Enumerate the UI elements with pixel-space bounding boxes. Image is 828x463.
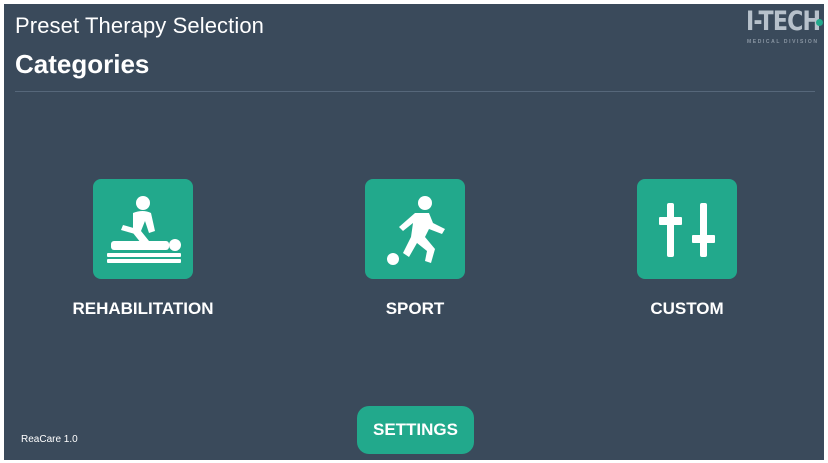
sport-button[interactable] (365, 179, 465, 279)
rehabilitation-massage-icon (107, 196, 181, 263)
custom-label: CUSTOM (650, 299, 724, 318)
header-divider (15, 91, 815, 92)
custom-button[interactable] (637, 179, 737, 279)
app-screen: Preset Therapy Selection Categories I-TE… (4, 4, 824, 460)
settings-button[interactable]: SETTINGS (357, 406, 474, 454)
logo-subtext: MEDICAL DIVISION (747, 39, 819, 45)
app-version: ReaCare 1.0 (21, 434, 78, 445)
page-subtitle: Categories (15, 49, 150, 79)
logo-dot-icon (816, 19, 823, 26)
sport-label: SPORT (385, 299, 445, 318)
soccer-player-icon (387, 196, 445, 265)
logo-text: I-TECH (746, 6, 821, 37)
rehabilitation-button[interactable] (93, 179, 193, 279)
itech-logo: I-TECH MEDICAL DIVISION (744, 6, 824, 48)
sliders-icon (659, 203, 715, 257)
rehabilitation-label: REHABILITATION (72, 299, 214, 318)
page-title: Preset Therapy Selection (15, 13, 265, 38)
